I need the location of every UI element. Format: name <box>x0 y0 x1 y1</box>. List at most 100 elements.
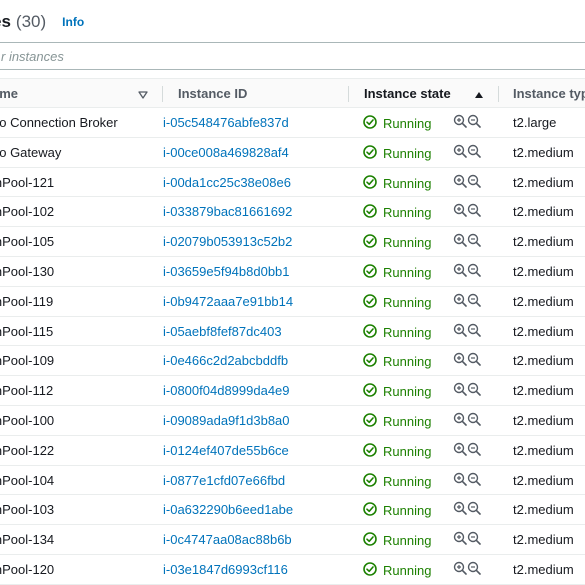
instance-id-link[interactable]: i-0a632290b6eed1abe <box>163 502 293 517</box>
column-header-instance-type[interactable]: Instance typ <box>513 86 585 101</box>
column-header-name[interactable]: ame <box>0 86 18 101</box>
zoom-out-icon[interactable] <box>467 174 481 191</box>
zoom-in-icon[interactable] <box>453 472 467 489</box>
check-circle-icon <box>363 442 377 460</box>
column-header-instance-state[interactable]: Instance state <box>364 86 451 101</box>
table-row[interactable]: inPool-103 i-0a632290b6eed1abe Running t2.m… <box>0 495 585 526</box>
zoom-out-icon[interactable] <box>467 412 481 429</box>
instance-name: inPool-134 <box>0 532 55 548</box>
table-row[interactable]: inPool-121 i-00da1cc25c38e08e6 Running t2.m… <box>0 168 585 198</box>
table-row[interactable]: inPool-115 i-05aebf8fef87dc403 Running t2.m… <box>0 317 585 347</box>
instance-id-link[interactable]: i-00da1cc25c38e08e6 <box>163 175 291 190</box>
filter-icon[interactable] <box>138 87 148 105</box>
status-text: Running <box>383 443 432 459</box>
instance-state: Running <box>363 204 431 221</box>
instance-state: Running <box>363 442 432 460</box>
zoom-out-icon[interactable] <box>467 203 481 220</box>
zoom-in-icon[interactable] <box>453 233 467 250</box>
zoom-in-icon[interactable] <box>453 263 467 280</box>
instance-type: t2.medium <box>513 144 574 160</box>
column-divider[interactable] <box>348 86 349 102</box>
status-text: Running <box>383 175 432 191</box>
instance-id-link[interactable]: i-033879bac81661692 <box>163 204 292 219</box>
zoom-in-icon[interactable] <box>453 114 467 131</box>
table-row[interactable]: inPool-120 i-03e1847d6993cf116 Running t2.m… <box>0 555 585 585</box>
instance-id-link[interactable]: i-0800f04d8999da4e9 <box>163 383 290 398</box>
zoom-in-icon[interactable] <box>453 174 467 191</box>
zoom-out-icon[interactable] <box>467 531 481 548</box>
table-row[interactable]: inPool-122 i-0124ef407de55b6ce Running t2.m… <box>0 436 585 466</box>
instance-id-link[interactable]: i-0877e1cfd07e66fbd <box>163 473 285 488</box>
instance-id-link[interactable]: i-0e466c2d2abcbddfb <box>163 353 288 368</box>
instance-id-link[interactable]: i-0124ef407de55b6ce <box>163 443 289 458</box>
zoom-out-icon[interactable] <box>467 323 481 340</box>
zoom-in-icon[interactable] <box>453 382 467 399</box>
state-zoom-controls <box>453 412 481 429</box>
instance-name: inPool-112 <box>0 383 54 399</box>
search-input[interactable]: r instances <box>0 42 585 70</box>
state-zoom-controls <box>453 352 481 369</box>
instance-state: Running <box>363 144 431 162</box>
table-row[interactable]: inPool-102 i-033879bac81661692 Running t2.m… <box>0 197 585 228</box>
instance-id-link[interactable]: i-0c4747aa08ac88b6b <box>163 532 292 547</box>
info-link[interactable]: Info <box>62 15 84 29</box>
status-text: Running <box>383 264 432 280</box>
zoom-out-icon[interactable] <box>467 293 481 310</box>
table-row[interactable]: eo Gateway i-00ce008a469828af4 Running t2.m… <box>0 138 585 168</box>
column-header-instance-id[interactable]: Instance ID <box>178 86 247 101</box>
zoom-out-icon[interactable] <box>467 501 481 518</box>
zoom-out-icon[interactable] <box>467 114 481 131</box>
table-row[interactable]: inPool-104 i-0877e1cfd07e66fbd Running t2.m… <box>0 466 585 496</box>
sort-ascending-icon[interactable] <box>474 87 484 105</box>
state-zoom-controls <box>453 531 481 548</box>
zoom-in-icon[interactable] <box>453 442 467 459</box>
instance-id-link[interactable]: i-02079b053913c52b2 <box>163 234 292 249</box>
state-zoom-controls <box>453 561 481 578</box>
instance-type: t2.medium <box>513 174 574 190</box>
column-divider[interactable] <box>162 86 163 102</box>
table-header: ame Instance ID Instance state Instance … <box>0 78 585 108</box>
instance-id-link[interactable]: i-09089ada9f1d3b8a0 <box>163 413 290 428</box>
status-text: Running <box>383 384 432 400</box>
zoom-in-icon[interactable] <box>453 144 467 161</box>
zoom-in-icon[interactable] <box>453 323 467 340</box>
zoom-in-icon[interactable] <box>453 412 467 429</box>
instance-state: Running <box>363 234 431 251</box>
table-row[interactable]: inPool-130 i-03659e5f94b8d0bb1 Running t2.m… <box>0 257 585 287</box>
zoom-out-icon[interactable] <box>467 382 481 399</box>
instance-state: Running <box>363 174 432 192</box>
instance-id-link[interactable]: i-0b9472aaa7e91bb14 <box>163 294 293 309</box>
zoom-in-icon[interactable] <box>453 531 467 548</box>
instance-id-link[interactable]: i-03e1847d6993cf116 <box>163 562 288 577</box>
zoom-out-icon[interactable] <box>467 472 481 489</box>
page-header: es (30) Info <box>0 10 84 34</box>
zoom-in-icon[interactable] <box>453 501 467 518</box>
zoom-in-icon[interactable] <box>453 352 467 369</box>
zoom-out-icon[interactable] <box>467 233 481 250</box>
instance-type: t2.large <box>513 115 557 130</box>
table-row[interactable]: inPool-105 i-02079b053913c52b2 Running t2.m… <box>0 227 585 257</box>
instance-id-link[interactable]: i-00ce008a469828af4 <box>163 145 289 160</box>
zoom-out-icon[interactable] <box>467 352 481 369</box>
zoom-in-icon[interactable] <box>453 293 467 310</box>
table-row[interactable]: inPool-134 i-0c4747aa08ac88b6b Running t2.m… <box>0 525 585 555</box>
check-circle-icon <box>363 562 377 579</box>
check-circle-icon <box>363 234 377 251</box>
table-row[interactable]: eo Connection Broker i-05c548476abfe837d R… <box>0 108 585 138</box>
zoom-out-icon[interactable] <box>467 561 481 578</box>
instance-id-link[interactable]: i-05aebf8fef87dc403 <box>163 324 282 339</box>
instance-id-link[interactable]: i-03659e5f94b8d0bb1 <box>163 264 290 279</box>
table-row[interactable]: inPool-112 i-0800f04d8999da4e9 Running t2.m… <box>0 376 585 406</box>
table-row[interactable]: inPool-119 i-0b9472aaa7e91bb14 Running t2.m… <box>0 287 585 317</box>
column-divider[interactable] <box>498 86 499 102</box>
instance-type: t2.medium <box>513 561 574 577</box>
zoom-out-icon[interactable] <box>467 442 481 459</box>
instance-type: t2.medium <box>513 293 574 309</box>
zoom-out-icon[interactable] <box>467 144 481 161</box>
table-row[interactable]: inPool-109 i-0e466c2d2abcbddfb Running t2.m… <box>0 346 585 377</box>
instance-id-link[interactable]: i-05c548476abfe837d <box>163 115 289 130</box>
zoom-out-icon[interactable] <box>467 263 481 280</box>
zoom-in-icon[interactable] <box>453 203 467 220</box>
table-row[interactable]: inPool-100 i-09089ada9f1d3b8a0 Running t2.m… <box>0 406 585 436</box>
zoom-in-icon[interactable] <box>453 561 467 578</box>
